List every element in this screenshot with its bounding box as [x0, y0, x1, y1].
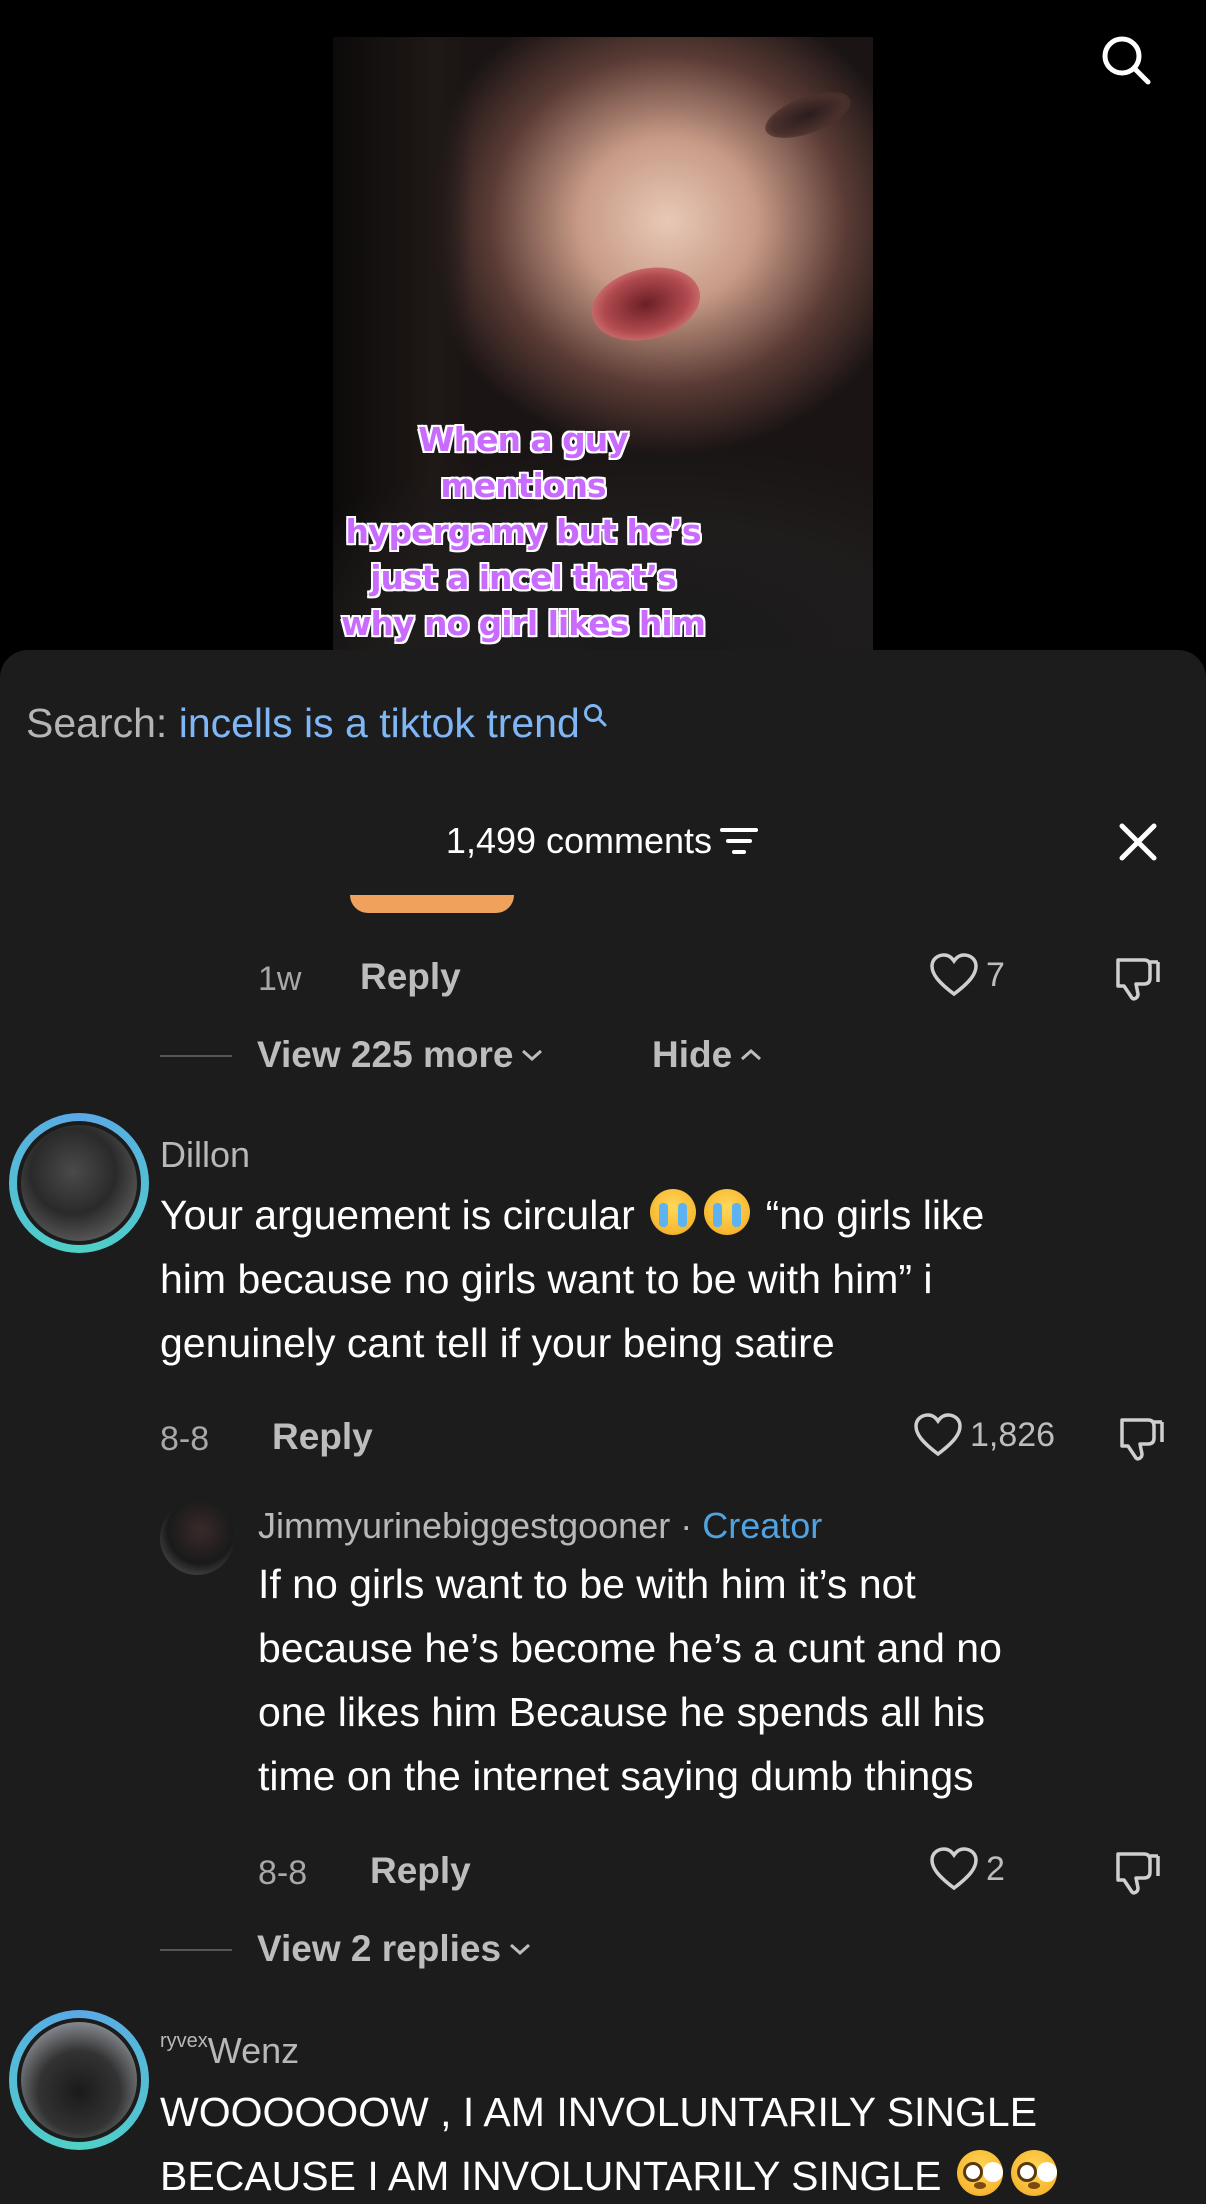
comment-time: 1w	[258, 960, 302, 998]
hide-replies-button[interactable]: Hide	[652, 1034, 764, 1076]
filter-icon[interactable]	[718, 824, 760, 858]
reply-text: If no girls want to be with him it’s not…	[258, 1552, 1002, 1808]
thread-divider	[160, 1055, 232, 1057]
comment-line: genuinely cant tell if your being satire	[160, 1320, 835, 1366]
search-icon	[583, 704, 607, 727]
video-caption: When a guy mentions hypergamy but he’s j…	[333, 417, 713, 647]
reply-button[interactable]: Reply	[370, 1850, 471, 1892]
reply-username[interactable]: Jimmyurinebiggestgooner	[258, 1505, 670, 1546]
reply-username-row: Jimmyurinebiggestgooner · Creator	[258, 1505, 822, 1547]
search-icon[interactable]	[1096, 30, 1156, 90]
view-more-replies-button[interactable]: View 225 more	[257, 1034, 545, 1076]
dislike-icon[interactable]	[1112, 952, 1164, 1004]
avatar[interactable]	[160, 1501, 234, 1575]
chevron-down-icon	[522, 1049, 543, 1062]
heart-icon	[930, 953, 978, 997]
avatar[interactable]	[17, 2018, 141, 2142]
hide-label: Hide	[652, 1034, 733, 1075]
comments-sheet: Search: incells is a tiktok trend 1,499 …	[0, 650, 1206, 2204]
comment-line-text: BECAUSE I AM INVOLUNTARILY SINGLE	[160, 2153, 942, 2199]
reply-button[interactable]: Reply	[272, 1416, 373, 1458]
dislike-icon[interactable]	[1116, 1412, 1168, 1464]
comment-date: 8-8	[160, 1420, 210, 1458]
search-term-link[interactable]: incells is a tiktok trend	[179, 700, 580, 746]
comment-text: Your arguement is circular “no girls lik…	[160, 1183, 984, 1375]
comment-line-text: Your arguement is circular	[160, 1192, 635, 1238]
video-caption-line: When a guy	[418, 420, 629, 459]
comments-count: 1,499 comments	[445, 820, 713, 861]
video-thumbnail[interactable]: When a guy mentions hypergamy but he’s j…	[333, 37, 873, 650]
flushed-emoji-icon	[956, 2150, 1003, 2196]
comment-line: Your arguement is circular “no girls lik…	[160, 1183, 984, 1247]
like-button[interactable]: 2	[928, 1846, 1005, 1892]
comment-line: BECAUSE I AM INVOLUNTARILY SINGLE	[160, 2144, 1061, 2204]
close-icon[interactable]	[1114, 818, 1162, 866]
comment-username[interactable]: Wenz	[208, 2030, 299, 2071]
creator-badge: Creator	[702, 1505, 823, 1546]
comment-line: one likes him Because he spends all his	[258, 1689, 986, 1735]
comment-username[interactable]: Dillon	[160, 1134, 250, 1176]
like-count: 2	[986, 1849, 1005, 1888]
heart-icon	[914, 1413, 962, 1457]
comment-line: WOOOOOOW , I AM INVOLUNTARILY SINGLE	[160, 2089, 1038, 2135]
comment-line: time on the internet saying dumb things	[258, 1753, 974, 1799]
comment-date: 8-8	[258, 1854, 308, 1892]
chevron-up-icon	[741, 1048, 762, 1061]
username-separator: ·	[680, 1505, 693, 1546]
comments-header: 1,499 comments	[0, 820, 1206, 862]
comment-line: If no girls want to be with him it’s not	[258, 1561, 916, 1607]
comment-text: WOOOOOOW , I AM INVOLUNTARILY SINGLE BEC…	[160, 2080, 1061, 2204]
username-prefix: ryvex	[160, 2030, 208, 2052]
video-caption-line: why no girl likes him	[340, 604, 706, 643]
comment-line: him because no girls want to be with him…	[160, 1256, 933, 1302]
video-mouth-shading	[584, 256, 708, 352]
flushed-emoji-icon	[1010, 2150, 1057, 2196]
like-button[interactable]: 7	[928, 952, 1005, 998]
avatar[interactable]	[17, 1121, 141, 1245]
search-suggestion[interactable]: Search: incells is a tiktok trend	[26, 700, 608, 747]
reply-button[interactable]: Reply	[360, 956, 461, 998]
comment-line: because he’s become he’s a cunt and no	[258, 1625, 1002, 1671]
comment-username-row: ryvexWenz	[160, 2030, 299, 2072]
video-caption-line: hypergamy but he’s	[345, 512, 702, 551]
search-label: Search:	[26, 700, 168, 746]
view-replies-button[interactable]: View 2 replies	[257, 1928, 533, 1970]
like-button[interactable]: 1,826	[912, 1412, 1055, 1458]
comment-line-text: “no girls like	[765, 1192, 985, 1238]
crying-emoji-icon	[704, 1189, 751, 1235]
video-caption-line: just a incel that’s	[370, 558, 677, 597]
like-count: 1,826	[970, 1415, 1056, 1454]
view-more-label: View 225 more	[257, 1034, 514, 1075]
video-caption-line: mentions	[440, 466, 606, 505]
like-count: 7	[986, 955, 1005, 994]
heart-icon	[930, 1847, 978, 1891]
video-eye-shading	[759, 82, 857, 148]
crying-emoji-icon	[650, 1189, 697, 1235]
dislike-icon[interactable]	[1112, 1846, 1164, 1898]
thread-divider	[160, 1949, 232, 1951]
previous-comment-image	[350, 895, 514, 913]
video-area[interactable]: When a guy mentions hypergamy but he’s j…	[0, 0, 1206, 660]
chevron-down-icon	[510, 1943, 531, 1956]
view-replies-label: View 2 replies	[257, 1928, 502, 1969]
